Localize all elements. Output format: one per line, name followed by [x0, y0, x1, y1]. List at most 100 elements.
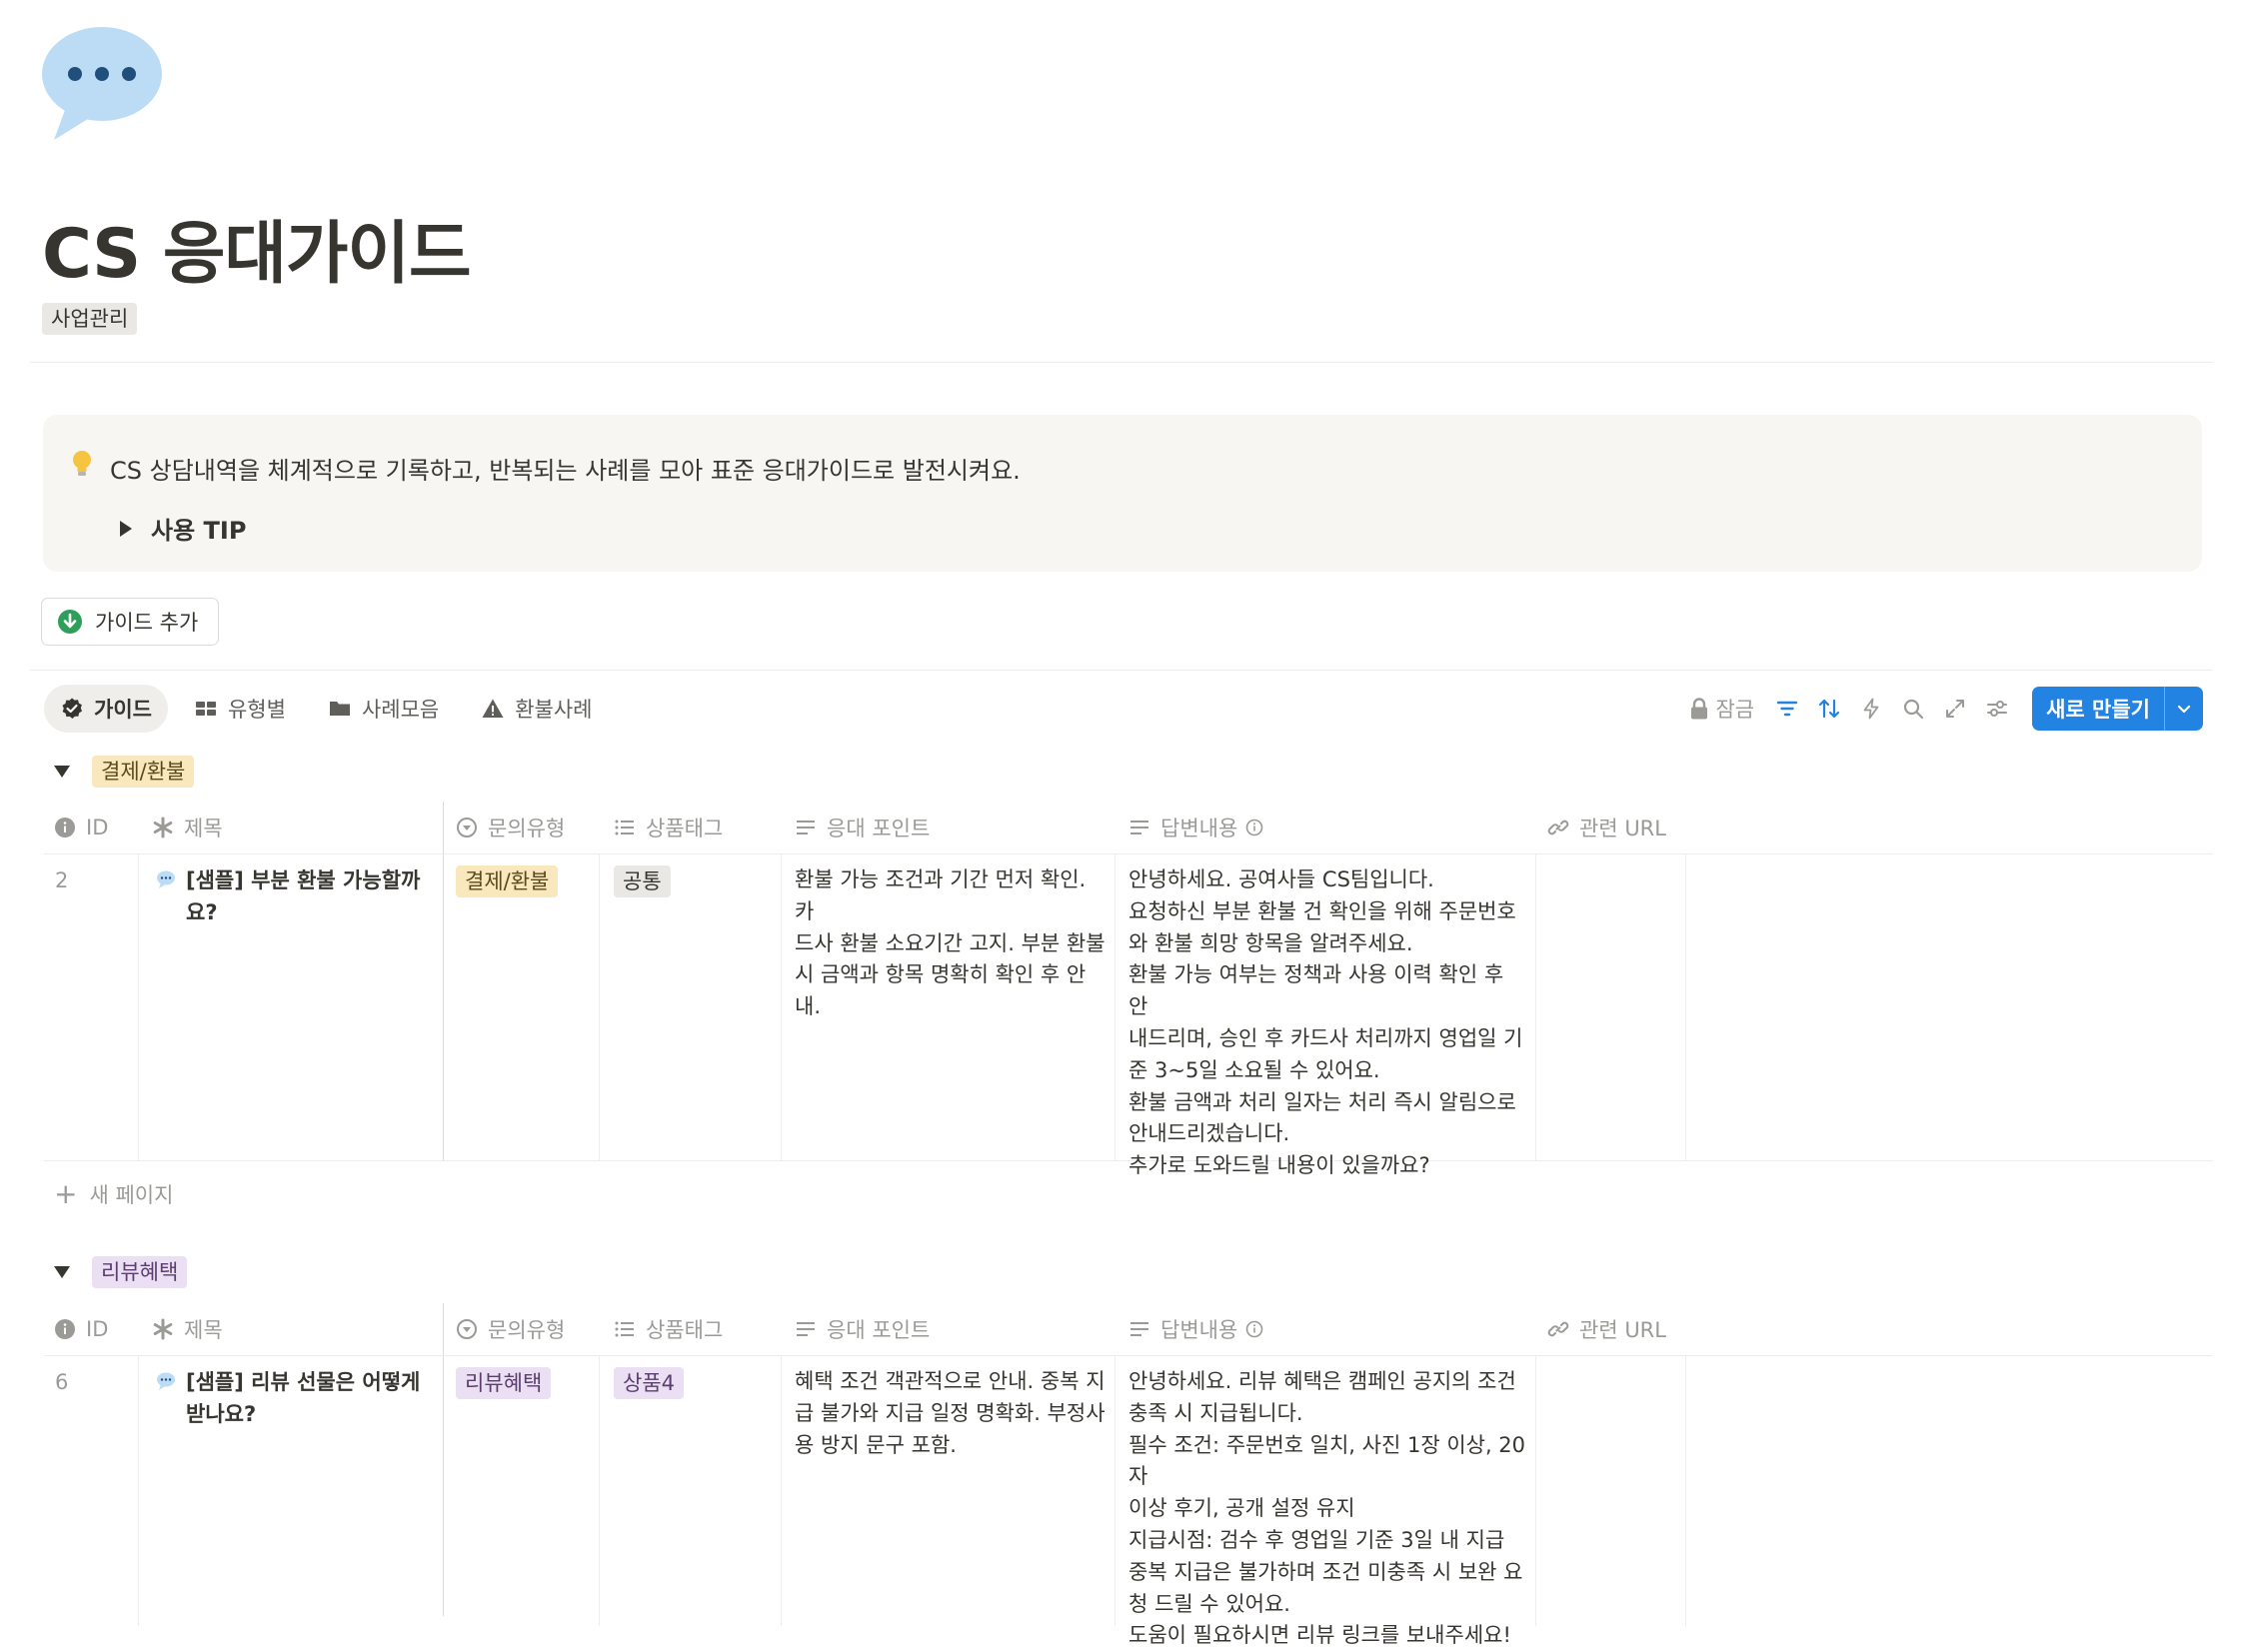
- column-header-url[interactable]: 관련 URL: [1547, 802, 1666, 853]
- cell-response-point[interactable]: 혜택 조건 객관적으로 안내. 중복 지 급 불가와 지급 일정 명확화. 부정…: [795, 1366, 1110, 1461]
- tab-case-collection-label: 사례모음: [361, 698, 440, 722]
- tab-refund-cases[interactable]: 환불사례: [465, 685, 608, 733]
- column-divider: [1115, 1356, 1116, 1626]
- page-tag[interactable]: 사업관리: [42, 303, 138, 335]
- cell-id[interactable]: 6: [55, 1367, 68, 1399]
- cell-product-tag[interactable]: 공통: [614, 865, 671, 898]
- sort-button[interactable]: [1815, 695, 1843, 723]
- speech-bubble-icon[interactable]: [40, 22, 166, 142]
- column-header-response-point[interactable]: 응대 포인트: [795, 1303, 930, 1355]
- column-header-label: ID: [86, 816, 109, 839]
- column-header-answer[interactable]: 답변내용: [1128, 802, 1263, 853]
- cell-title[interactable]: [샘플] 리뷰 선물은 어떻게 받나요?: [156, 1367, 446, 1431]
- column-header-label: 응대 포인트: [827, 817, 931, 840]
- link-icon: [1547, 1321, 1569, 1337]
- divider: [30, 670, 2213, 671]
- column-header-id[interactable]: ID: [54, 802, 108, 853]
- plus-icon: +: [54, 1177, 78, 1210]
- cell-title[interactable]: [샘플] 부분 환불 가능할까 요?: [156, 865, 446, 929]
- column-header-url[interactable]: 관련 URL: [1547, 1303, 1666, 1355]
- cell-url[interactable]: [1547, 1366, 1677, 1396]
- point-line: 드사 환불 소요기간 고지. 부분 환불: [795, 930, 1106, 955]
- column-header-label: 문의유형: [488, 817, 566, 840]
- group-toggle-icon[interactable]: [54, 1266, 70, 1278]
- tab-guide[interactable]: 가이드: [44, 685, 168, 733]
- column-divider: [781, 854, 782, 1160]
- text-icon: [797, 821, 815, 834]
- column-header-type[interactable]: 문의유형: [456, 802, 565, 853]
- page-tag-row: 사업관리: [42, 303, 138, 335]
- cell-response-point[interactable]: 환불 가능 조건과 기간 먼저 확인. 카 드사 환불 소요기간 고지. 부분 …: [795, 864, 1110, 1023]
- cell-type[interactable]: 결제/환불: [456, 865, 559, 898]
- column-divider: [138, 854, 139, 1160]
- info-outline-icon[interactable]: [1245, 1320, 1263, 1338]
- page-title: CS 응대가이드: [42, 215, 472, 294]
- filter-icon: [1776, 701, 1798, 717]
- tip-toggle-label[interactable]: 사용 TIP: [151, 511, 246, 546]
- new-button-label[interactable]: 새로 만들기: [2032, 687, 2164, 731]
- cell-url[interactable]: [1547, 864, 1677, 894]
- group-header[interactable]: 리뷰혜택: [54, 1256, 188, 1288]
- answer-line: 환불 가능 여부는 정책과 사용 이력 확인 후 안: [1128, 962, 1504, 1019]
- select-icon: [457, 818, 477, 837]
- type-tag: 리뷰혜택: [456, 1367, 552, 1399]
- cell-id[interactable]: 2: [55, 865, 68, 897]
- cell-answer[interactable]: 안녕하세요. 리뷰 혜택은 캠페인 공지의 조건 충족 시 지급됩니다. 필수 …: [1128, 1366, 1528, 1652]
- automation-button[interactable]: [1857, 695, 1885, 723]
- new-button-dropdown[interactable]: [2165, 687, 2203, 731]
- lightning-icon: [1863, 698, 1879, 720]
- list-icon: [615, 820, 634, 835]
- answer-line: 준 3~5일 소요될 수 있어요.: [1128, 1057, 1380, 1082]
- new-button[interactable]: 새로 만들기: [2032, 687, 2203, 731]
- group-table: ID 제목 문의유형 상품태그 응대 포인트 답변내용: [44, 802, 2213, 1177]
- filter-button[interactable]: [1773, 695, 1801, 723]
- sort-icon: [1818, 699, 1840, 719]
- column-header-product-tag[interactable]: 상품태그: [614, 802, 723, 853]
- info-outline-icon[interactable]: [1245, 819, 1263, 836]
- asterisk-icon: [153, 817, 173, 838]
- table-row[interactable]: 6 [샘플] 리뷰 선물은 어떻게 받나요? 리뷰혜택 상품4 혜택 조건 객관…: [44, 1356, 2213, 1647]
- lock-button[interactable]: 잠금: [1689, 694, 1754, 724]
- tab-by-type[interactable]: 유형별: [178, 685, 302, 733]
- cell-type[interactable]: 리뷰혜택: [456, 1367, 552, 1400]
- info-icon: [55, 1319, 75, 1339]
- chevron-down-icon: [2177, 705, 2191, 714]
- expand-button[interactable]: [1941, 695, 1969, 723]
- answer-line: 필수 조건: 주문번호 일치, 사진 1장 이상, 20자: [1128, 1432, 1526, 1489]
- title-line: 요?: [186, 899, 218, 924]
- column-divider: [599, 854, 600, 1160]
- cell-product-tag[interactable]: 상품4: [614, 1367, 685, 1400]
- column-header-id[interactable]: ID: [54, 1303, 108, 1355]
- callout-text: CS 상담내역을 체계적으로 기록하고, 반복되는 사례를 모아 표준 응대가이…: [110, 457, 1021, 485]
- title-line: [샘플] 부분 환불 가능할까: [186, 868, 421, 892]
- settings-button[interactable]: [1983, 695, 2011, 723]
- new-page-label: 새 페이지: [89, 1183, 174, 1207]
- column-header-title[interactable]: 제목: [152, 802, 223, 853]
- column-header-label: 답변내용: [1160, 817, 1238, 840]
- new-page-button[interactable]: + 새 페이지: [54, 1179, 173, 1209]
- answer-line: 환불 금액과 처리 일자는 처리 즉시 알림으로: [1128, 1089, 1516, 1114]
- group-header[interactable]: 결제/환불: [54, 756, 195, 788]
- column-header-label: 답변내용: [1160, 1318, 1238, 1342]
- search-button[interactable]: [1899, 695, 1927, 723]
- column-header-label: 제목: [184, 1318, 223, 1342]
- column-header-response-point[interactable]: 응대 포인트: [795, 802, 930, 853]
- tip-toggle[interactable]: 사용 TIP: [120, 511, 246, 546]
- add-guide-button[interactable]: 가이드 추가: [41, 598, 220, 646]
- column-header-label: 관련 URL: [1579, 817, 1666, 840]
- answer-line: 안내드리겠습니다.: [1128, 1121, 1290, 1146]
- column-header-product-tag[interactable]: 상품태그: [614, 1303, 723, 1355]
- tab-case-collection[interactable]: 사례모음: [312, 685, 455, 733]
- answer-line: 내드리며, 승인 후 카드사 처리까지 영업일 기: [1128, 1025, 1523, 1050]
- point-line: 용 방지 문구 포함.: [795, 1432, 957, 1457]
- column-header-answer[interactable]: 답변내용: [1128, 1303, 1263, 1355]
- column-header-type[interactable]: 문의유형: [456, 1303, 565, 1355]
- table-row[interactable]: 2 [샘플] 부분 환불 가능할까 요? 결제/환불 공통 환불 가능 조건과 …: [44, 854, 2213, 1177]
- expand-icon: [1946, 700, 1965, 718]
- cell-answer[interactable]: 안녕하세요. 공여사들 CS팀입니다. 요청하신 부분 환불 건 확인을 위해 …: [1128, 864, 1528, 1182]
- group-toggle-icon[interactable]: [54, 766, 70, 778]
- toggle-triangle-icon[interactable]: [120, 520, 132, 537]
- column-header-title[interactable]: 제목: [152, 1303, 223, 1355]
- list-icon: [615, 1321, 634, 1337]
- column-header-label: 문의유형: [488, 1318, 566, 1342]
